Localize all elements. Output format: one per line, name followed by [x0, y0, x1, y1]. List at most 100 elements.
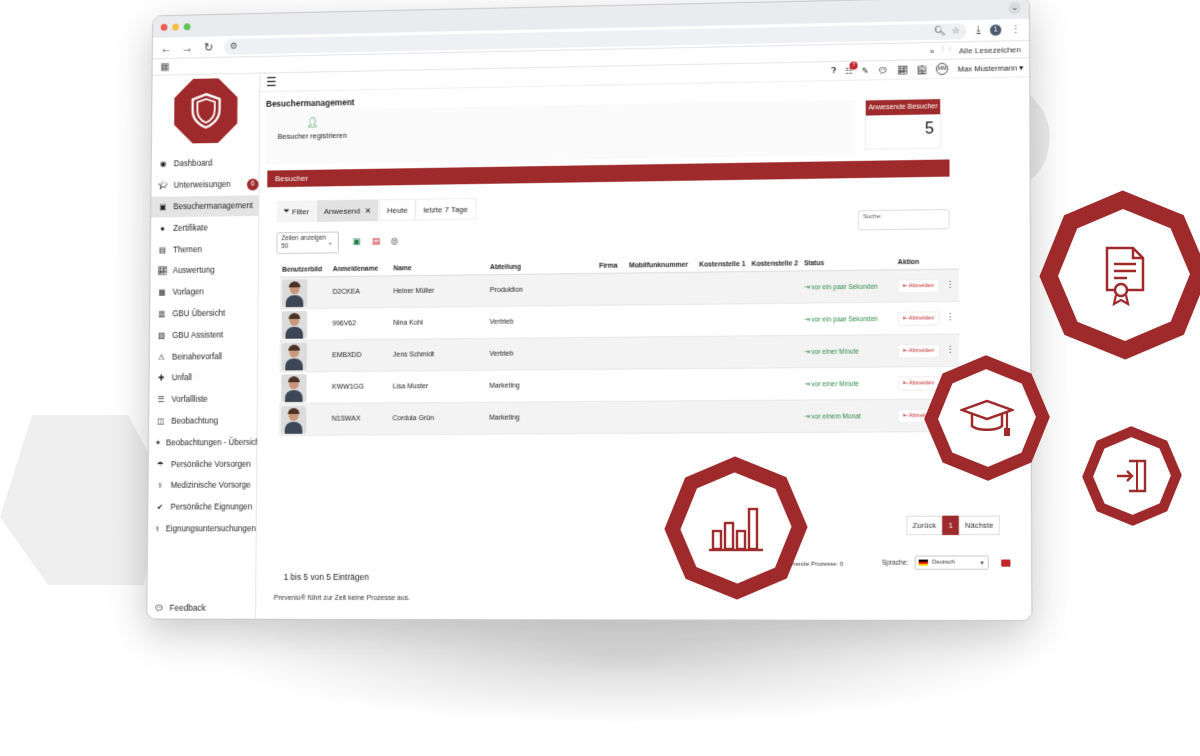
- download-icon[interactable]: ⤓: [976, 25, 981, 36]
- profile-avatar[interactable]: 1: [990, 24, 1002, 36]
- cell-mobil: [629, 320, 699, 321]
- search-input[interactable]: Suche:: [857, 208, 950, 231]
- pdf-export-icon[interactable]: ▤: [372, 236, 380, 247]
- filter-option-heute[interactable]: Heute: [378, 198, 416, 222]
- clear-filter-icon[interactable]: ✕: [360, 206, 372, 215]
- column-visibility-icon[interactable]: ◎: [391, 236, 399, 247]
- filter-option-7-tage[interactable]: letzte 7 Tage: [415, 197, 476, 221]
- cell-login: 996V62: [332, 320, 357, 328]
- column-header[interactable]: Mobilfunknummer: [629, 262, 699, 270]
- logout-visitor-button[interactable]: ⇤ Abmelden: [897, 343, 940, 358]
- cell-login: EMBXDD: [332, 351, 362, 360]
- cell-picture: [279, 342, 332, 371]
- close-window-button[interactable]: [160, 23, 168, 31]
- sidebar-item[interactable]: ✚ Unfall: [149, 367, 257, 389]
- filter-option-anwesend[interactable]: Anwesend ✕: [316, 199, 380, 222]
- sidebar-item[interactable]: 🎓︎ Unterweisungen 6: [151, 173, 259, 196]
- logout-visitor-button[interactable]: ⇤ Abmelden: [897, 375, 940, 391]
- table-body: D2CKEA Heiner Müller Produktion ⇥ vor ein p…: [278, 269, 960, 436]
- column-header[interactable]: Anmeldename: [333, 265, 394, 273]
- browser-menu-icon[interactable]: ⋮: [1011, 24, 1021, 35]
- next-page-button[interactable]: Nächste: [958, 515, 1000, 536]
- filter-button[interactable]: ⏷ Filter: [276, 200, 318, 223]
- column-header[interactable]: Aktion: [898, 259, 949, 266]
- sidebar-item[interactable]: ⚠︎ Beinahevorfall: [150, 345, 258, 367]
- feedback-link[interactable]: 💬︎ Feedback: [153, 603, 206, 613]
- avatar: [281, 373, 307, 402]
- cell-name: Cordula Grün: [392, 415, 434, 423]
- sidebar-item[interactable]: ▤ Themen: [151, 238, 258, 261]
- sidebar-item[interactable]: 📈︎ Auswertung: [151, 259, 258, 282]
- sidebar-item[interactable]: ▣ Besuchermanagement: [151, 194, 259, 218]
- more-bookmarks-icon[interactable]: »: [930, 46, 935, 55]
- sidebar-item[interactable]: ▧ GBU Assistent: [150, 324, 258, 347]
- cell-status: ⇥ vor einem Monat: [804, 412, 898, 420]
- sidebar-item[interactable]: ▥ GBU Übersicht: [150, 302, 257, 325]
- observation-overview-icon: ✶: [154, 438, 162, 448]
- background-shape: [0, 415, 160, 585]
- sidebar-item[interactable]: ◫ Beobachtung: [149, 410, 257, 432]
- register-visitor-button[interactable]: 👤︎ Besucher registrieren: [273, 117, 351, 141]
- notification-chip-icon[interactable]: [1001, 559, 1011, 567]
- zoom-icon[interactable]: 🔍︎: [934, 26, 946, 37]
- more-actions-icon[interactable]: ⋮: [946, 345, 955, 356]
- logout-visitor-button[interactable]: ⇤ Abmelden: [897, 278, 940, 294]
- register-visitor-label: Besucher registrieren: [277, 130, 348, 141]
- user-menu[interactable]: Max Mustermann ▾: [958, 63, 1023, 73]
- help-icon[interactable]: ❓︎: [831, 66, 836, 76]
- sidebar-item[interactable]: ✶ Beobachtungen - Übersicht: [149, 431, 263, 453]
- maximize-window-button[interactable]: [183, 22, 191, 30]
- sidebar-item[interactable]: ⚕︎ Eignungsuntersuchungen: [148, 518, 256, 540]
- more-actions-icon[interactable]: ⋮: [945, 312, 954, 323]
- site-settings-icon[interactable]: ⚙: [230, 41, 238, 52]
- user-name: Max Mustermann: [957, 62, 1017, 74]
- column-header[interactable]: Kostenstelle 1: [699, 261, 751, 269]
- minimize-window-button[interactable]: [172, 23, 179, 31]
- current-page-button[interactable]: 1: [942, 515, 959, 536]
- excel-export-icon[interactable]: ▣: [352, 236, 360, 247]
- bookmark-star-icon[interactable]: ☆: [952, 25, 960, 36]
- incident-list-icon: ☰: [157, 395, 165, 405]
- logo-shield-icon[interactable]: [174, 78, 238, 144]
- sidebar-item[interactable]: ☂︎ Persönliche Vorsorgen: [149, 453, 257, 475]
- present-visitors-card: Anwesende Besucher 5: [864, 98, 942, 150]
- all-bookmarks-link[interactable]: Alle Lesezeichen: [959, 45, 1021, 55]
- reload-icon[interactable]: ↻: [203, 40, 215, 54]
- more-actions-icon[interactable]: ⋮: [945, 280, 954, 291]
- column-header[interactable]: Name: [393, 264, 490, 272]
- sidebar-item[interactable]: ✔︎ Persönliche Eignungen: [148, 496, 256, 518]
- german-flag-icon: [918, 559, 929, 566]
- column-header[interactable]: Status: [804, 259, 898, 267]
- building-icon[interactable]: 🏢︎: [917, 65, 927, 74]
- tab-list-icon[interactable]: ⌄: [1008, 1, 1021, 15]
- notification-badge: 7: [849, 61, 858, 70]
- sidebar-item[interactable]: ⚕︎ Medizinische Vorsorge: [148, 475, 256, 497]
- back-icon[interactable]: ←: [160, 41, 172, 55]
- accident-icon: ✚: [157, 373, 165, 383]
- menu-toggle-icon[interactable]: ☰: [266, 75, 277, 89]
- cell-login: KWW1GG: [331, 383, 364, 391]
- filter-option-label: Heute: [386, 205, 408, 215]
- column-header[interactable]: Benutzerbild: [280, 266, 333, 274]
- edit-icon[interactable]: ✎: [862, 66, 869, 75]
- apps-grid-icon[interactable]: ▦: [160, 61, 169, 72]
- column-header[interactable]: Firma: [599, 262, 629, 270]
- tasks-icon[interactable]: ☷ 7: [845, 61, 858, 75]
- forward-icon[interactable]: →: [182, 40, 194, 54]
- column-header[interactable]: Kostenstelle 2: [752, 260, 805, 268]
- sidebar-item[interactable]: ▦ Vorlagen: [150, 281, 257, 304]
- language-select[interactable]: Deutsch ▾: [914, 555, 989, 570]
- rows-per-page-select[interactable]: Zeilen anzeigen 50 ⌄: [276, 231, 339, 255]
- statistics-icon[interactable]: 📈︎: [897, 65, 907, 74]
- filter-bar: ⏷ Filter Anwesend ✕ Heute letzte 7 Tage: [276, 197, 476, 223]
- column-header[interactable]: Abteilung: [490, 263, 599, 271]
- user-avatar[interactable]: MM: [936, 62, 949, 76]
- browser-window: ⌄ ← → ↻ ⚙ 🔍︎ ☆ ⤓ 1 ⋮ ▦ » 🗀 Alle Lesezeic…: [146, 0, 1033, 622]
- logout-visitor-button[interactable]: ⇤ Abmelden: [897, 310, 940, 326]
- sidebar-item[interactable]: ● Zertifikate: [151, 216, 258, 239]
- sidebar-item[interactable]: ☰ Vorfallliste: [149, 388, 257, 410]
- prev-page-button[interactable]: Zurück: [906, 515, 943, 536]
- chat-icon[interactable]: 💬︎: [878, 65, 888, 74]
- sidebar-item[interactable]: ◉ Dashboard: [152, 152, 259, 175]
- sidebar-item-label: Unfall: [171, 373, 193, 383]
